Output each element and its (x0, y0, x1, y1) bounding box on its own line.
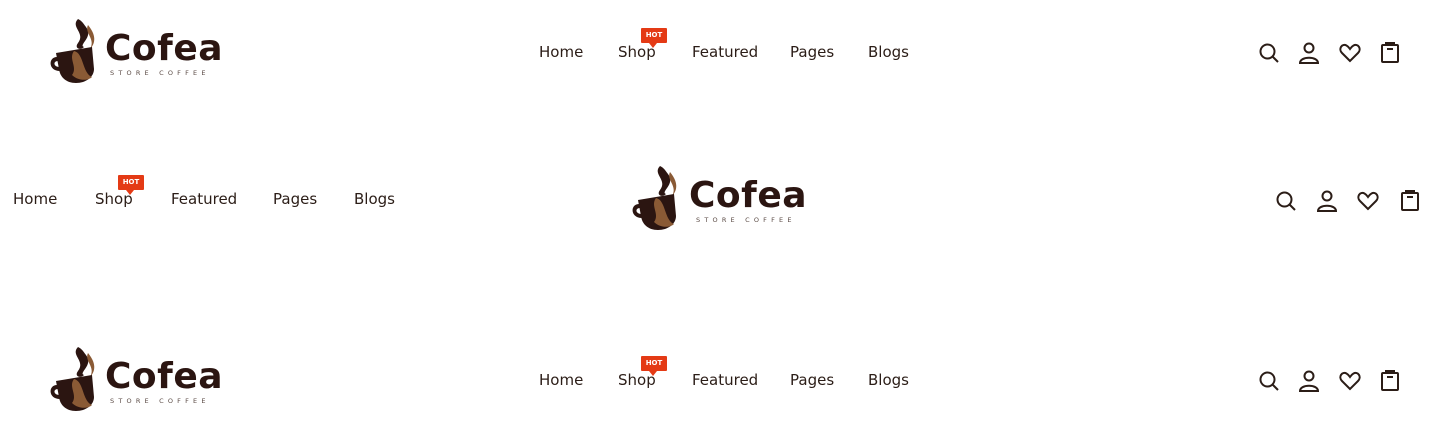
cart-icon[interactable] (1398, 188, 1422, 212)
brand-name: Cofea (105, 356, 224, 397)
nav-home[interactable]: Home (539, 45, 583, 60)
brand-name: Cofea (689, 175, 808, 216)
brand-tagline: STORE COFFEE (110, 397, 210, 405)
wishlist-icon[interactable] (1338, 369, 1362, 393)
coffee-cup-icon (50, 347, 95, 411)
brand-logo[interactable]: Cofea STORE COFFEE (48, 345, 223, 413)
brand-logo[interactable]: Cofea STORE COFFEE (48, 17, 223, 85)
cart-icon[interactable] (1378, 368, 1402, 392)
header-variant-3: Cofea STORE COFFEE Home Shop HOT Feature… (0, 328, 1433, 428)
hot-badge: HOT (641, 356, 667, 376)
hot-badge: HOT (641, 28, 667, 48)
nav-blogs[interactable]: Blogs (868, 45, 909, 60)
search-icon[interactable] (1274, 189, 1298, 213)
brand-name: Cofea (105, 28, 224, 69)
nav-featured[interactable]: Featured (171, 192, 237, 207)
header-variant-1: Cofea STORE COFFEE Home Shop HOT Feature… (0, 0, 1433, 105)
nav-home[interactable]: Home (13, 192, 57, 207)
nav-blogs[interactable]: Blogs (868, 373, 909, 388)
cart-icon[interactable] (1378, 40, 1402, 64)
nav-pages[interactable]: Pages (273, 192, 317, 207)
coffee-cup-icon (632, 166, 677, 230)
nav-pages[interactable]: Pages (790, 45, 834, 60)
brand-tagline: STORE COFFEE (110, 69, 210, 77)
account-icon[interactable] (1297, 41, 1321, 65)
hot-badge: HOT (118, 175, 144, 195)
account-icon[interactable] (1297, 369, 1321, 393)
nav-blogs[interactable]: Blogs (354, 192, 395, 207)
wishlist-icon[interactable] (1356, 189, 1380, 213)
search-icon[interactable] (1257, 41, 1281, 65)
coffee-cup-icon (50, 19, 95, 83)
nav-home[interactable]: Home (539, 373, 583, 388)
header-variant-2: Home Shop HOT Featured Pages Blogs Cofea… (0, 145, 1433, 255)
nav-featured[interactable]: Featured (692, 45, 758, 60)
brand-tagline: STORE COFFEE (696, 216, 796, 224)
search-icon[interactable] (1257, 369, 1281, 393)
brand-logo[interactable]: Cofea STORE COFFEE (630, 164, 810, 232)
account-icon[interactable] (1315, 189, 1339, 213)
nav-pages[interactable]: Pages (790, 373, 834, 388)
wishlist-icon[interactable] (1338, 41, 1362, 65)
nav-featured[interactable]: Featured (692, 373, 758, 388)
